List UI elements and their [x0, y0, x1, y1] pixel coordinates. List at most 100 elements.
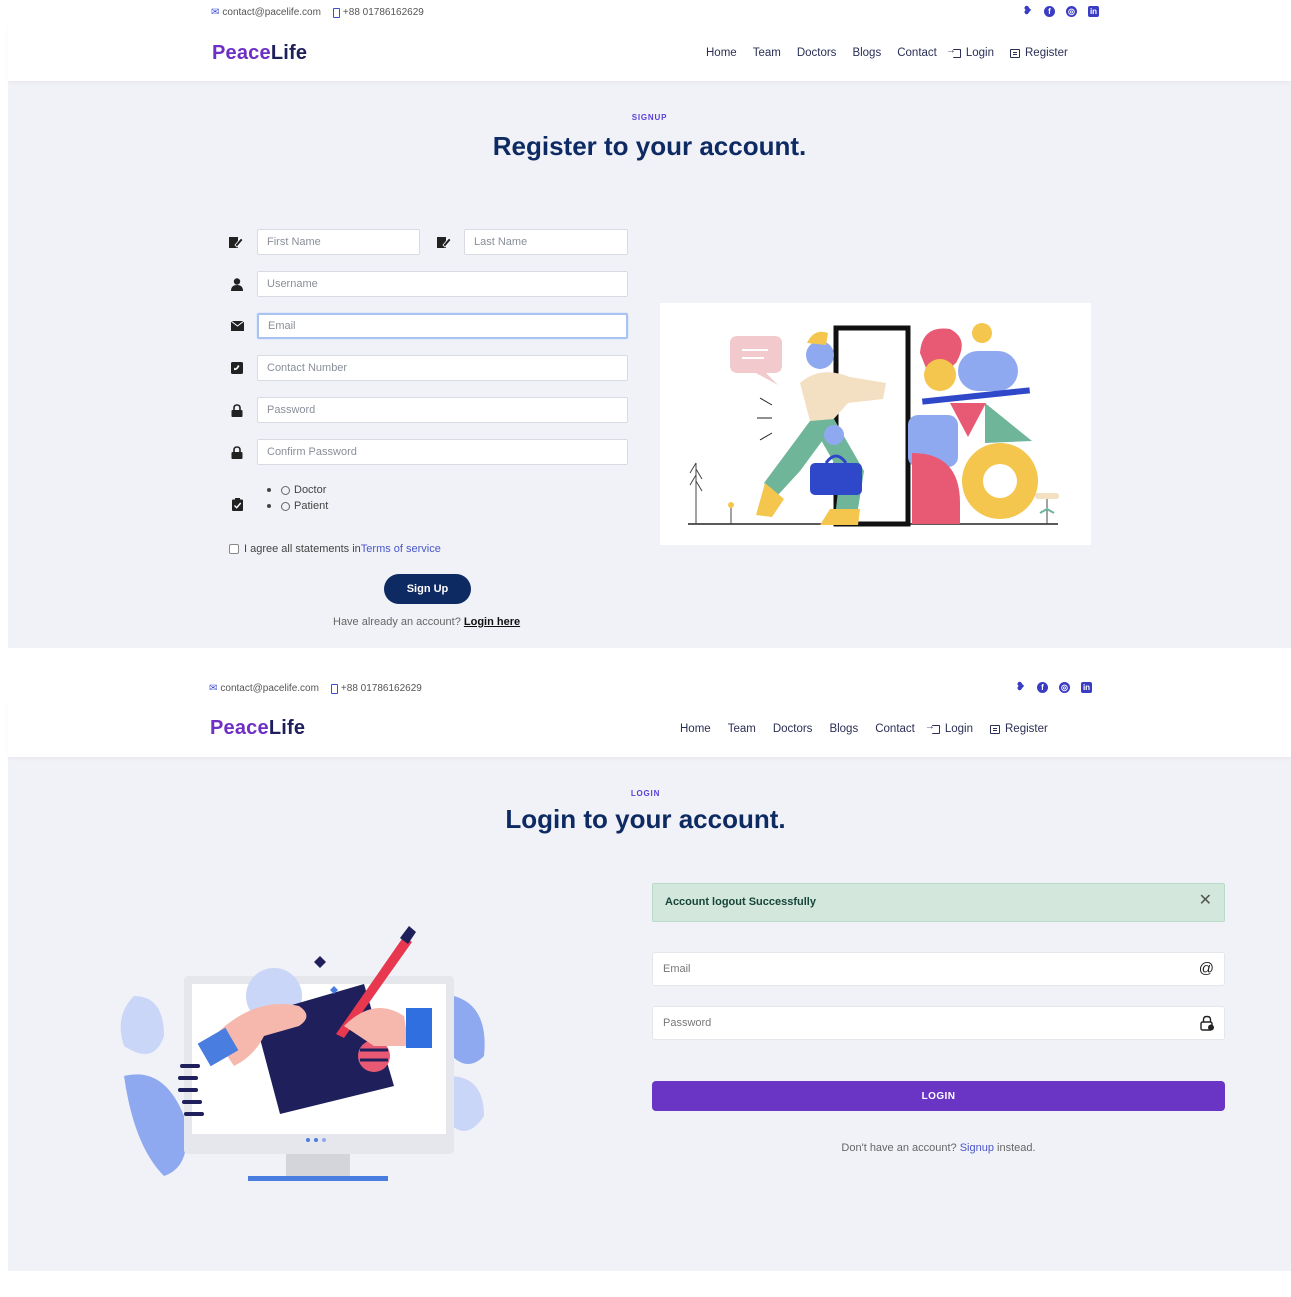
phone-square-icon — [230, 361, 244, 375]
role-option-patient[interactable]: Patient — [267, 498, 328, 514]
confirm-password-input[interactable] — [257, 439, 628, 465]
email-placeholder: Email — [663, 963, 691, 975]
user-icon — [230, 277, 244, 291]
login-icon — [946, 45, 961, 58]
nav-team[interactable]: Team — [753, 47, 781, 59]
page-title-register: Register to your account. — [492, 131, 807, 161]
phone-icon — [332, 7, 340, 18]
top-info-bar: ✉ contact@pacelife.com +88 01786162629 ❥ … — [8, 0, 1291, 25]
login-password-field[interactable]: Password — [652, 1006, 1225, 1040]
lock-icon — [230, 403, 244, 417]
nav-doctors[interactable]: Doctors — [797, 47, 837, 59]
page-title-login: Login to your account. — [505, 804, 786, 834]
nav-contact[interactable]: Contact — [875, 723, 915, 735]
password-input[interactable] — [257, 397, 628, 423]
login-button[interactable]: LOGIN — [652, 1081, 1225, 1111]
nav-contact[interactable]: Contact — [897, 47, 937, 59]
at-sign-icon: @ — [1198, 960, 1214, 977]
twitter-icon[interactable]: ❥ — [1015, 682, 1026, 693]
phone-icon — [330, 683, 338, 694]
linkedin-icon[interactable]: in — [1088, 6, 1099, 17]
nav-login[interactable]: Login — [925, 721, 973, 736]
contact-number-input[interactable] — [257, 355, 628, 381]
contact-info: ✉ contact@pacelife.com +88 01786162629 — [211, 7, 424, 18]
role-radio-group: Doctor Patient — [267, 482, 328, 514]
instagram-icon[interactable]: ◎ — [1066, 6, 1077, 17]
terms-link[interactable]: Terms of service — [361, 543, 441, 555]
nav-team[interactable]: Team — [728, 723, 756, 735]
radio-patient[interactable] — [281, 501, 290, 511]
password-placeholder: Password — [663, 1017, 712, 1029]
logout-alert: Account logout Successfully ✕ — [652, 883, 1225, 922]
contact-email-text: contact@pacelife.com — [222, 7, 321, 18]
email-contact[interactable]: ✉ contact@pacelife.com — [211, 7, 321, 18]
brand-part1: Peace — [210, 717, 269, 739]
have-account-label: Have already an account? — [333, 616, 464, 628]
section-label-login: LOGIN — [630, 789, 661, 798]
lock-icon — [1200, 1015, 1214, 1035]
first-name-input[interactable] — [257, 229, 420, 255]
login-here-link[interactable]: Login here — [464, 616, 520, 628]
mail-icon: ✉ — [209, 683, 218, 694]
facebook-icon[interactable]: f — [1037, 682, 1048, 693]
navbar: PeaceLife Home Team Doctors Blogs Contac… — [8, 701, 1291, 757]
phone-contact[interactable]: +88 01786162629 — [330, 683, 422, 694]
login-email-field[interactable]: Email @ — [652, 952, 1225, 986]
instagram-icon[interactable]: ◎ — [1059, 682, 1070, 693]
envelope-icon — [230, 319, 244, 333]
terms-checkbox[interactable] — [229, 544, 239, 554]
have-account-text: Have already an account? Login here — [333, 616, 520, 628]
contact-phone-text: +88 01786162629 — [340, 683, 422, 694]
email-input[interactable] — [257, 313, 628, 339]
clipboard-check-icon — [230, 497, 244, 511]
brand-part1: Peace — [212, 42, 271, 64]
lock-icon — [230, 445, 244, 459]
brand-part2: Life — [270, 42, 308, 64]
nav-register[interactable]: Register — [1010, 47, 1068, 59]
nav-doctors[interactable]: Doctors — [773, 723, 813, 735]
nav-menu: Home Team Doctors Blogs Contact Login Re… — [706, 45, 1068, 60]
alert-message: Account logout Successfully — [665, 896, 816, 908]
nav-login-label: Login — [965, 47, 994, 59]
contact-email-text: contact@pacelife.com — [220, 683, 319, 694]
no-account-label: Don't have an account? — [841, 1142, 960, 1154]
register-illustration — [660, 303, 1091, 545]
edit-icon — [229, 235, 243, 249]
nav-home[interactable]: Home — [680, 723, 711, 735]
footer-strip — [8, 1271, 1291, 1297]
nav-home[interactable]: Home — [706, 47, 737, 59]
social-links: ❥ f ◎ in — [1022, 6, 1099, 17]
login-page: ✉ contact@pacelife.com +88 01786162629 ❥ … — [8, 676, 1291, 1297]
username-input[interactable] — [257, 271, 628, 297]
radio-doctor[interactable] — [281, 485, 290, 495]
role-label-patient: Patient — [294, 500, 329, 512]
top-info-bar: ✉ contact@pacelife.com +88 01786162629 ❥ … — [8, 676, 1291, 701]
agree-text: I agree all statements in — [244, 543, 361, 555]
contact-info: ✉ contact@pacelife.com +88 01786162629 — [209, 683, 422, 694]
linkedin-icon[interactable]: in — [1081, 682, 1092, 693]
mail-icon: ✉ — [211, 7, 220, 18]
nav-login[interactable]: Login — [946, 45, 994, 60]
brand-logo[interactable]: PeaceLife — [212, 42, 307, 65]
last-name-input[interactable] — [464, 229, 628, 255]
nav-register[interactable]: Register — [990, 723, 1048, 735]
nav-blogs[interactable]: Blogs — [829, 723, 858, 735]
nav-register-label: Register — [1025, 47, 1068, 59]
nav-blogs[interactable]: Blogs — [852, 47, 881, 59]
brand-logo[interactable]: PeaceLife — [210, 717, 305, 740]
role-option-doctor[interactable]: Doctor — [267, 482, 328, 498]
social-links: ❥ f ◎ in — [1015, 682, 1092, 693]
no-account-text: Don't have an account? Signup instead. — [652, 1142, 1225, 1154]
instead-label: instead. — [993, 1142, 1036, 1154]
signup-link[interactable]: Signup — [960, 1142, 994, 1154]
email-contact[interactable]: ✉ contact@pacelife.com — [209, 683, 319, 694]
twitter-icon[interactable]: ❥ — [1022, 6, 1033, 17]
phone-contact[interactable]: +88 01786162629 — [332, 7, 424, 18]
register-illustration-svg — [688, 323, 1059, 527]
facebook-icon[interactable]: f — [1044, 6, 1055, 17]
nav-menu: Home Team Doctors Blogs Contact Login Re… — [680, 721, 1048, 736]
close-icon[interactable]: ✕ — [1199, 893, 1212, 909]
role-label-doctor: Doctor — [294, 484, 327, 496]
sign-up-button[interactable]: Sign Up — [384, 574, 471, 604]
contact-phone-text: +88 01786162629 — [342, 7, 424, 18]
